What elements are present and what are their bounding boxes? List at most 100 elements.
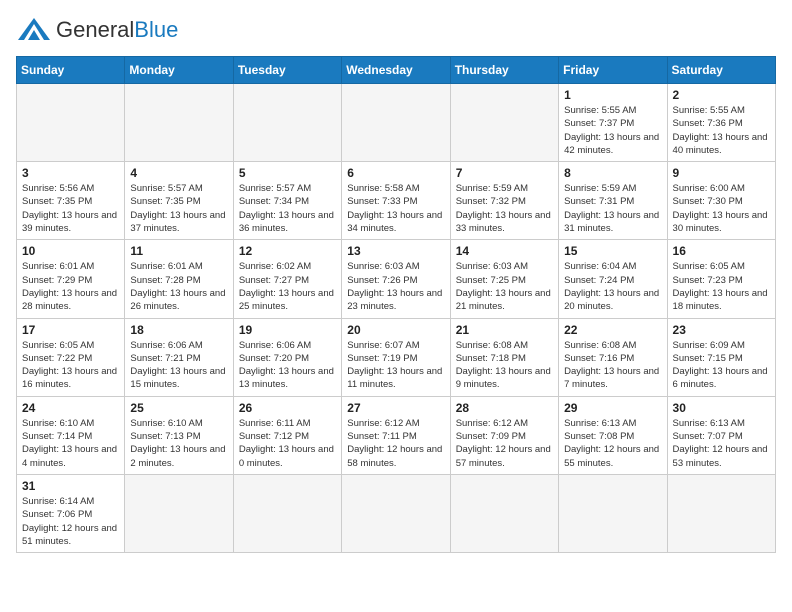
calendar-cell: 15 Sunrise: 6:04 AM Sunset: 7:24 PM Dayli… [559,240,667,318]
day-header-tuesday: Tuesday [233,57,341,84]
week-row-6: 31 Sunrise: 6:14 AM Sunset: 7:06 PM Dayli… [17,474,776,552]
calendar-cell [450,84,558,162]
calendar-cell [342,474,450,552]
calendar-cell: 21 Sunrise: 6:08 AM Sunset: 7:18 PM Dayli… [450,318,558,396]
day-info: Sunrise: 5:55 AM Sunset: 7:36 PM Dayligh… [673,104,770,157]
day-number: 23 [673,323,770,337]
calendar-cell: 30 Sunrise: 6:13 AM Sunset: 7:07 PM Dayli… [667,396,775,474]
day-info: Sunrise: 6:13 AM Sunset: 7:08 PM Dayligh… [564,417,661,470]
day-number: 29 [564,401,661,415]
day-number: 5 [239,166,336,180]
day-number: 13 [347,244,444,258]
calendar-cell: 31 Sunrise: 6:14 AM Sunset: 7:06 PM Dayli… [17,474,125,552]
day-info: Sunrise: 6:08 AM Sunset: 7:18 PM Dayligh… [456,339,553,392]
day-info: Sunrise: 6:02 AM Sunset: 7:27 PM Dayligh… [239,260,336,313]
day-number: 2 [673,88,770,102]
day-number: 10 [22,244,119,258]
day-info: Sunrise: 5:58 AM Sunset: 7:33 PM Dayligh… [347,182,444,235]
day-number: 6 [347,166,444,180]
day-info: Sunrise: 6:00 AM Sunset: 7:30 PM Dayligh… [673,182,770,235]
calendar-cell: 28Sunrise: 6:12 AM Sunset: 7:09 PM Dayli… [450,396,558,474]
day-number: 17 [22,323,119,337]
day-info: Sunrise: 6:11 AM Sunset: 7:12 PM Dayligh… [239,417,336,470]
week-row-3: 10 Sunrise: 6:01 AM Sunset: 7:29 PM Dayli… [17,240,776,318]
week-row-2: 3Sunrise: 5:56 AM Sunset: 7:35 PM Daylig… [17,162,776,240]
day-info: Sunrise: 6:08 AM Sunset: 7:16 PM Dayligh… [564,339,661,392]
calendar-cell: 6 Sunrise: 5:58 AM Sunset: 7:33 PM Daylig… [342,162,450,240]
calendar-cell [667,474,775,552]
day-info: Sunrise: 6:01 AM Sunset: 7:29 PM Dayligh… [22,260,119,313]
day-number: 18 [130,323,227,337]
day-info: Sunrise: 6:04 AM Sunset: 7:24 PM Dayligh… [564,260,661,313]
calendar-cell: 8Sunrise: 5:59 AM Sunset: 7:31 PM Daylig… [559,162,667,240]
day-number: 21 [456,323,553,337]
day-info: Sunrise: 6:14 AM Sunset: 7:06 PM Dayligh… [22,495,119,548]
calendar-cell: 19 Sunrise: 6:06 AM Sunset: 7:20 PM Dayli… [233,318,341,396]
day-number: 15 [564,244,661,258]
day-info: Sunrise: 6:03 AM Sunset: 7:26 PM Dayligh… [347,260,444,313]
day-info: Sunrise: 6:12 AM Sunset: 7:11 PM Dayligh… [347,417,444,470]
days-header-row: SundayMondayTuesdayWednesdayThursdayFrid… [17,57,776,84]
day-info: Sunrise: 6:05 AM Sunset: 7:22 PM Dayligh… [22,339,119,392]
week-row-1: 1Sunrise: 5:55 AM Sunset: 7:37 PM Daylig… [17,84,776,162]
day-info: Sunrise: 6:03 AM Sunset: 7:25 PM Dayligh… [456,260,553,313]
day-number: 8 [564,166,661,180]
calendar-cell: 12 Sunrise: 6:02 AM Sunset: 7:27 PM Dayli… [233,240,341,318]
calendar-cell: 18Sunrise: 6:06 AM Sunset: 7:21 PM Dayli… [125,318,233,396]
day-number: 19 [239,323,336,337]
day-number: 3 [22,166,119,180]
week-row-5: 24 Sunrise: 6:10 AM Sunset: 7:14 PM Dayli… [17,396,776,474]
week-row-4: 17 Sunrise: 6:05 AM Sunset: 7:22 PM Dayli… [17,318,776,396]
day-info: Sunrise: 5:57 AM Sunset: 7:35 PM Dayligh… [130,182,227,235]
day-info: Sunrise: 5:59 AM Sunset: 7:32 PM Dayligh… [456,182,553,235]
day-info: Sunrise: 6:10 AM Sunset: 7:14 PM Dayligh… [22,417,119,470]
day-info: Sunrise: 5:55 AM Sunset: 7:37 PM Dayligh… [564,104,661,157]
day-info: Sunrise: 6:05 AM Sunset: 7:23 PM Dayligh… [673,260,770,313]
day-number: 26 [239,401,336,415]
calendar-cell: 13 Sunrise: 6:03 AM Sunset: 7:26 PM Dayli… [342,240,450,318]
calendar-cell: 22 Sunrise: 6:08 AM Sunset: 7:16 PM Dayli… [559,318,667,396]
calendar-cell: 1Sunrise: 5:55 AM Sunset: 7:37 PM Daylig… [559,84,667,162]
calendar-cell: 16Sunrise: 6:05 AM Sunset: 7:23 PM Dayli… [667,240,775,318]
calendar-cell: 3Sunrise: 5:56 AM Sunset: 7:35 PM Daylig… [17,162,125,240]
day-info: Sunrise: 6:10 AM Sunset: 7:13 PM Dayligh… [130,417,227,470]
day-header-sunday: Sunday [17,57,125,84]
day-number: 20 [347,323,444,337]
day-info: Sunrise: 6:06 AM Sunset: 7:20 PM Dayligh… [239,339,336,392]
calendar-cell: 17 Sunrise: 6:05 AM Sunset: 7:22 PM Dayli… [17,318,125,396]
calendar-cell [450,474,558,552]
calendar-cell: 10 Sunrise: 6:01 AM Sunset: 7:29 PM Dayli… [17,240,125,318]
day-header-wednesday: Wednesday [342,57,450,84]
day-header-thursday: Thursday [450,57,558,84]
calendar-cell: 7Sunrise: 5:59 AM Sunset: 7:32 PM Daylig… [450,162,558,240]
day-number: 12 [239,244,336,258]
calendar-cell: 9Sunrise: 6:00 AM Sunset: 7:30 PM Daylig… [667,162,775,240]
day-number: 22 [564,323,661,337]
day-number: 24 [22,401,119,415]
calendar-cell: 11Sunrise: 6:01 AM Sunset: 7:28 PM Dayli… [125,240,233,318]
day-number: 11 [130,244,227,258]
calendar: SundayMondayTuesdayWednesdayThursdayFrid… [16,56,776,553]
day-header-monday: Monday [125,57,233,84]
calendar-cell: 23Sunrise: 6:09 AM Sunset: 7:15 PM Dayli… [667,318,775,396]
calendar-cell [17,84,125,162]
day-number: 4 [130,166,227,180]
day-info: Sunrise: 6:07 AM Sunset: 7:19 PM Dayligh… [347,339,444,392]
day-header-friday: Friday [559,57,667,84]
logo-icon [16,16,52,44]
calendar-cell [559,474,667,552]
day-header-saturday: Saturday [667,57,775,84]
calendar-cell [125,474,233,552]
day-number: 30 [673,401,770,415]
logo: GeneralBlue [16,16,178,44]
calendar-cell: 25 Sunrise: 6:10 AM Sunset: 7:13 PM Dayli… [125,396,233,474]
day-number: 27 [347,401,444,415]
calendar-cell: 27 Sunrise: 6:12 AM Sunset: 7:11 PM Dayli… [342,396,450,474]
calendar-cell: 5Sunrise: 5:57 AM Sunset: 7:34 PM Daylig… [233,162,341,240]
day-info: Sunrise: 6:12 AM Sunset: 7:09 PM Dayligh… [456,417,553,470]
day-number: 14 [456,244,553,258]
day-number: 31 [22,479,119,493]
day-number: 25 [130,401,227,415]
day-info: Sunrise: 6:13 AM Sunset: 7:07 PM Dayligh… [673,417,770,470]
calendar-cell: 24 Sunrise: 6:10 AM Sunset: 7:14 PM Dayli… [17,396,125,474]
